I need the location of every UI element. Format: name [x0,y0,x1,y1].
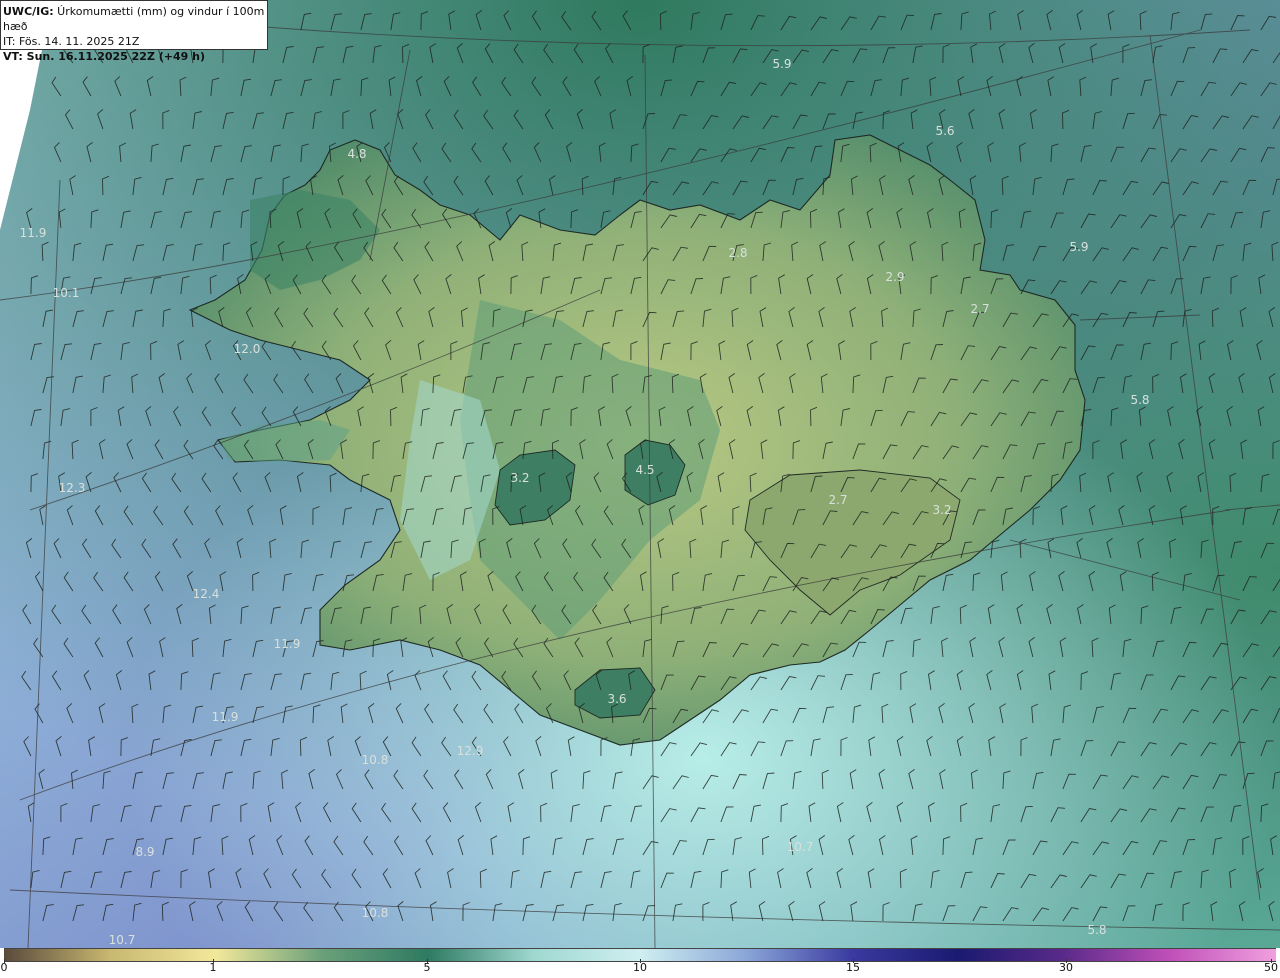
value-label: 2.7 [970,302,990,316]
colorbar-tick-label: 0 [0,961,8,974]
value-label: 10.7 [108,933,136,947]
value-label: 8.9 [135,845,155,859]
value-label: 2.8 [728,246,748,260]
value-label: 4.8 [347,147,367,161]
value-label: 12.3 [58,481,86,495]
value-label: 5.8 [1130,393,1150,407]
value-label: 11.9 [211,710,239,724]
value-label: 10.8 [361,906,389,920]
map-header: UWC/IG: Úrkomumætti (mm) og vindur í 100… [0,0,268,63]
value-label: 3.2 [932,503,952,517]
value-label: 2.7 [828,493,848,507]
colorbar-tick-label: 15 [846,961,860,974]
value-label: 3.2 [510,471,530,485]
value-label: 5.9 [772,57,792,71]
header-initial-time: IT: Fös. 14. 11. 2025 21Z [3,35,140,48]
value-label: 10.7 [786,840,814,854]
colorbar-tick-label: 5 [423,961,431,974]
value-label: 10.1 [52,286,80,300]
value-label: 12.4 [192,587,220,601]
header-valid-time: VT: Sun. 16.11.2025 22Z (+49 h) [3,50,206,63]
value-label: 2.9 [885,270,905,284]
value-label: 3.6 [607,692,627,706]
colorbar-tick-label: 10 [633,961,647,974]
colorbar: 0 1 5 10 15 30 50 [0,948,1280,978]
value-label: 5.6 [935,124,955,138]
value-label: 10.8 [361,753,389,767]
value-label: 11.9 [19,226,47,240]
header-line-1: UWC/IG: Úrkomumætti (mm) og vindur í 100… [3,4,267,34]
value-label: 11.9 [273,637,301,651]
value-label: 12.0 [233,342,261,356]
colorbar-tick-label: 1 [209,961,217,974]
colorbar-tick-label: 50 [1264,961,1278,974]
value-label: 5.9 [1069,240,1089,254]
colorbar-tick-label: 30 [1059,961,1073,974]
header-model-label: UWC/IG: [3,5,54,18]
value-label: 4.5 [635,463,655,477]
value-label: 12.9 [456,744,484,758]
value-label: 5.8 [1087,923,1107,937]
